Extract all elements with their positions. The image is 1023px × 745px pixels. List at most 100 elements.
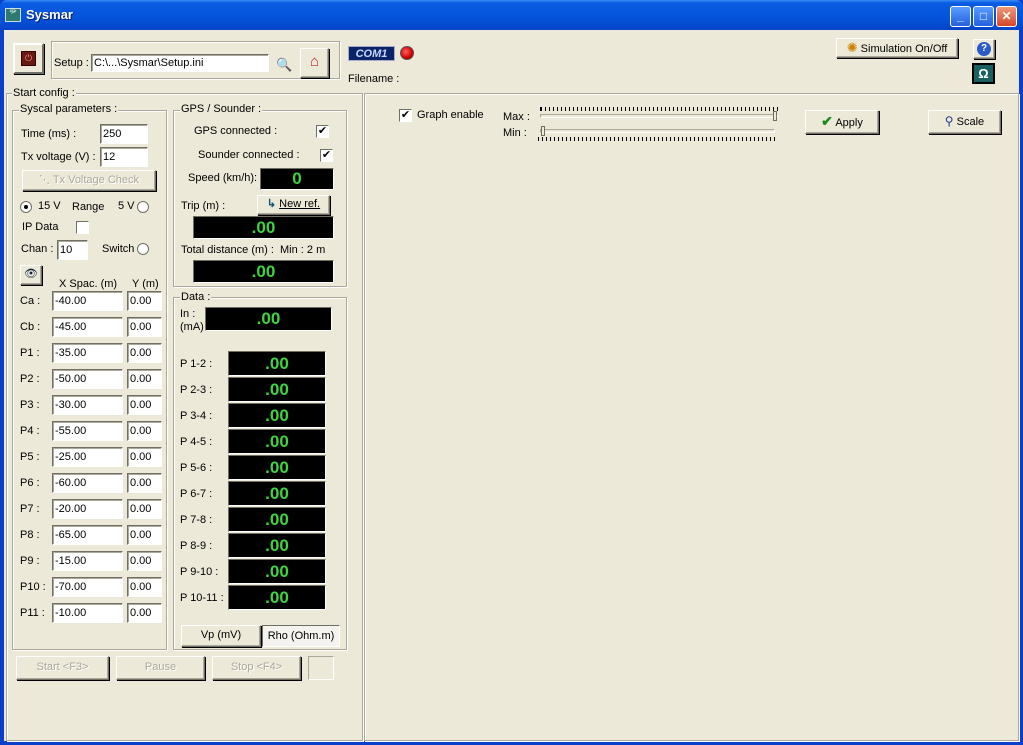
electrode-x-input[interactable]: -15.00 [52, 551, 123, 571]
electrode-y-input[interactable]: 0.00 [127, 603, 162, 623]
window-title: Sysmar [26, 7, 73, 22]
tab-vp[interactable]: Vp (mV) [181, 625, 261, 647]
eye-icon: 👁 [24, 268, 38, 280]
max-slider[interactable] [540, 111, 778, 121]
scale-button[interactable]: ⚲ Scale [928, 110, 1001, 134]
electrode-x-input[interactable]: -55.00 [52, 421, 123, 441]
dipole-label: P 3-4 : [180, 410, 213, 422]
electrode-y-input[interactable]: 0.00 [127, 291, 162, 311]
clear-setup-button[interactable]: ⌂ [300, 48, 329, 78]
tab-rho[interactable]: Rho (Ohm.m) [262, 625, 340, 647]
trip-label: Trip (m) : [181, 200, 226, 212]
power-icon: ⏻ [21, 51, 36, 66]
time-label: Time (ms) : [21, 128, 77, 140]
range-label: Range [72, 201, 105, 213]
electrode-label: P1 : [20, 347, 40, 359]
dipole-display: .00 [228, 377, 326, 402]
new-ref-icon: ↳ [266, 198, 277, 210]
help-icon: ? [977, 42, 991, 56]
electrode-label: Cb : [20, 321, 41, 333]
com-port-badge: COM1 [348, 46, 395, 61]
electrode-y-input[interactable]: 0.00 [127, 447, 162, 467]
help-button[interactable]: ? [973, 39, 995, 59]
app-icon: ﷻ [5, 8, 21, 22]
electrode-y-input[interactable]: 0.00 [127, 525, 162, 545]
data-title: Data : [180, 291, 212, 303]
electrode-y-input[interactable]: 0.00 [127, 343, 162, 363]
close-button[interactable]: ✕ [996, 6, 1017, 27]
range-15v-radio[interactable] [20, 201, 32, 213]
electrode-x-input[interactable]: -30.00 [52, 395, 123, 415]
stop-button[interactable]: Stop <F4> [212, 656, 301, 680]
electrode-label: P9 : [20, 555, 40, 567]
ip-data-checkbox[interactable] [76, 221, 89, 234]
electrode-x-input[interactable]: -65.00 [52, 525, 123, 545]
title-bar: ﷻ Sysmar _ □ ✕ [0, 0, 1023, 30]
electrode-x-input[interactable]: -10.00 [52, 603, 123, 623]
chan-input[interactable]: 10 [57, 240, 88, 260]
dipole-label: P 1-2 : [180, 358, 213, 370]
tx-check-icon: ⋱ [38, 174, 53, 186]
time-input[interactable]: 250 [100, 124, 148, 144]
apply-button[interactable]: ✔ Apply [805, 110, 879, 134]
ip-data-label: IP Data [22, 221, 59, 233]
simulation-label: Simulation On/Off [860, 43, 948, 55]
dipole-label: P 7-8 : [180, 514, 213, 526]
electrode-x-input[interactable]: -45.00 [52, 317, 123, 337]
maximize-icon: □ [979, 9, 988, 23]
ohm-button[interactable]: Ω [972, 63, 995, 84]
min-slider-thumb[interactable] [541, 126, 545, 136]
max-slider-ticks [540, 107, 778, 111]
electrode-x-input[interactable]: -20.00 [52, 499, 123, 519]
setup-path-input[interactable]: C:\...\Sysmar\Setup.ini [91, 54, 269, 72]
electrode-y-input[interactable]: 0.00 [127, 317, 162, 337]
minimize-button[interactable]: _ [950, 6, 971, 27]
electrode-x-input[interactable]: -35.00 [52, 343, 123, 363]
electrode-y-input[interactable]: 0.00 [127, 551, 162, 571]
close-icon: ✕ [1001, 9, 1012, 23]
gps-connected-checkbox[interactable]: ✔ [316, 125, 329, 138]
dipole-label: P 6-7 : [180, 488, 213, 500]
electrode-x-input[interactable]: -25.00 [52, 447, 123, 467]
electrode-y-input[interactable]: 0.00 [127, 395, 162, 415]
sounder-connected-checkbox[interactable]: ✔ [320, 149, 333, 162]
graph-enable-checkbox[interactable]: ✔ [399, 109, 412, 122]
x-spacing-header: X Spac. (m) [59, 278, 118, 290]
electrode-x-input[interactable]: -40.00 [52, 291, 123, 311]
electrode-x-input[interactable]: -70.00 [52, 577, 123, 597]
browse-folder-icon[interactable]: 🔍 [276, 57, 292, 73]
dipole-display: .00 [228, 507, 326, 532]
gps-connected-label: GPS connected : [194, 125, 278, 137]
power-button[interactable]: ⏻ [13, 43, 44, 74]
pause-button[interactable]: Pause [116, 656, 205, 680]
maximize-button[interactable]: □ [973, 6, 994, 27]
switch-radio[interactable] [137, 243, 149, 255]
in-unit-label: (mA) [180, 321, 204, 333]
speed-label: Speed (km/h): [188, 172, 258, 184]
tx-voltage-label: Tx voltage (V) : [21, 151, 96, 163]
dipole-display: .00 [228, 455, 326, 480]
view-electrodes-button[interactable]: 👁 [20, 265, 42, 285]
electrode-y-input[interactable]: 0.00 [127, 499, 162, 519]
electrode-y-input[interactable]: 0.00 [127, 369, 162, 389]
min-slider[interactable] [540, 126, 775, 136]
start-button[interactable]: Start <F3> [16, 656, 109, 680]
max-slider-thumb[interactable] [773, 111, 777, 121]
electrode-label: P6 : [20, 477, 40, 489]
max-label: Max : [503, 111, 530, 123]
range-5v-radio[interactable] [137, 201, 149, 213]
com-status-led [400, 46, 414, 60]
electrode-x-input[interactable]: -50.00 [52, 369, 123, 389]
electrode-y-input[interactable]: 0.00 [127, 577, 162, 597]
new-ref-button[interactable]: ↳ New ref. [257, 195, 330, 215]
electrode-y-input[interactable]: 0.00 [127, 473, 162, 493]
setup-label: Setup : [54, 57, 89, 69]
electrode-x-input[interactable]: -60.00 [52, 473, 123, 493]
tx-voltage-input[interactable]: 12 [100, 147, 148, 167]
electrode-y-input[interactable]: 0.00 [127, 421, 162, 441]
y-header: Y (m) [132, 278, 159, 290]
switch-label: Switch [102, 243, 135, 255]
simulation-toggle-button[interactable]: ✺ Simulation On/Off [836, 38, 958, 58]
ohm-icon: Ω [978, 66, 989, 81]
tx-voltage-check-button[interactable]: ⋱ Tx Voltage Check [22, 170, 156, 191]
